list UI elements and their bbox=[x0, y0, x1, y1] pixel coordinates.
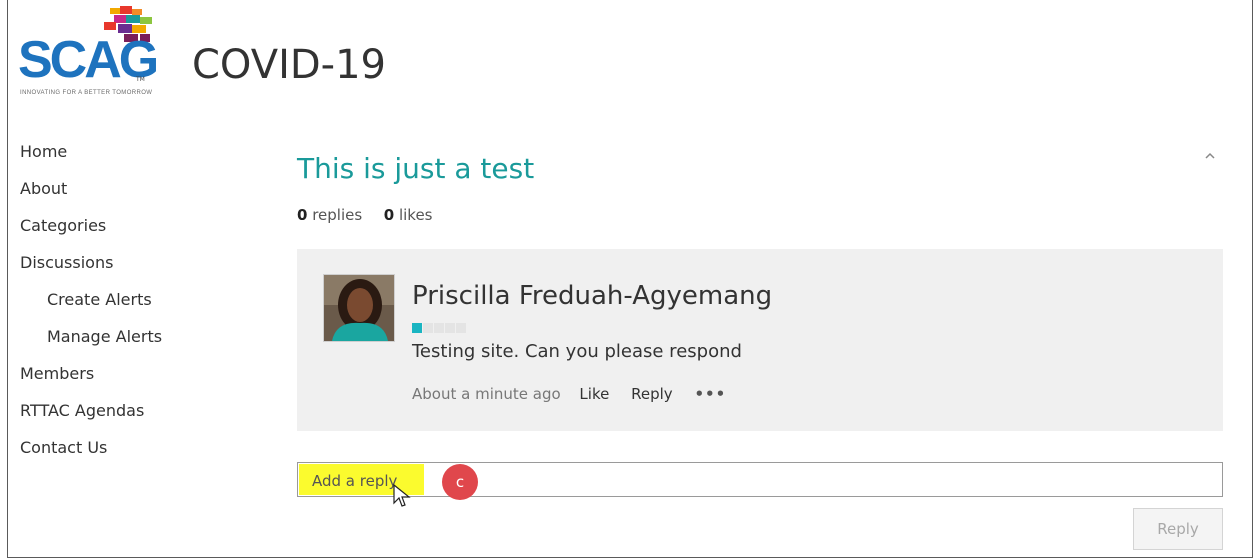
replies-count: 0 bbox=[297, 206, 308, 224]
reply-submit-button[interactable]: Reply bbox=[1133, 508, 1223, 550]
mouse-pointer-icon bbox=[393, 483, 411, 514]
step-marker-badge: c bbox=[442, 464, 478, 500]
add-reply-input[interactable]: Add a reply bbox=[297, 462, 1223, 497]
replies-label: replies bbox=[312, 206, 363, 224]
more-options-icon[interactable]: ••• bbox=[694, 385, 726, 403]
level-square bbox=[434, 323, 444, 333]
chevron-up-icon[interactable] bbox=[1204, 148, 1216, 162]
nav-item-members[interactable]: Members bbox=[20, 364, 162, 401]
nav-item-rttac-agendas[interactable]: RTTAC Agendas bbox=[20, 401, 162, 438]
logo-tagline: INNOVATING FOR A BETTER TOMORROW bbox=[20, 90, 153, 96]
like-button[interactable]: Like bbox=[579, 385, 609, 403]
quick-launch-nav: Home About Categories Discussions Create… bbox=[20, 142, 162, 475]
nav-item-contact-us[interactable]: Contact Us bbox=[20, 438, 162, 475]
reply-placeholder: Add a reply bbox=[312, 472, 398, 490]
author-name[interactable]: Priscilla Freduah-Agyemang bbox=[412, 281, 772, 311]
likes-count: 0 bbox=[383, 206, 395, 224]
post-stats: 0 replies 0 likes bbox=[297, 206, 433, 224]
reply-card: Priscilla Freduah-Agyemang Testing site.… bbox=[297, 249, 1223, 431]
nav-item-create-alerts[interactable]: Create Alerts bbox=[20, 290, 162, 327]
site-title: COVID-19 bbox=[192, 42, 387, 88]
comment-message: Testing site. Can you please respond bbox=[412, 341, 742, 362]
nav-item-home[interactable]: Home bbox=[20, 142, 162, 179]
member-level-indicator bbox=[412, 318, 467, 337]
post-title: This is just a test bbox=[297, 152, 535, 185]
nav-item-manage-alerts[interactable]: Manage Alerts bbox=[20, 327, 162, 364]
nav-item-discussions[interactable]: Discussions bbox=[20, 253, 162, 290]
level-square bbox=[456, 323, 466, 333]
level-square bbox=[445, 323, 455, 333]
logo-trademark: TM bbox=[136, 76, 145, 83]
nav-item-categories[interactable]: Categories bbox=[20, 216, 162, 253]
comment-timestamp[interactable]: About a minute ago bbox=[412, 385, 561, 403]
avatar[interactable] bbox=[323, 274, 395, 342]
likes-label: likes bbox=[398, 206, 433, 224]
level-square bbox=[423, 323, 433, 333]
comment-actions: About a minute ago Like Reply ••• bbox=[412, 385, 726, 403]
nav-item-about[interactable]: About bbox=[20, 179, 162, 216]
level-square bbox=[412, 323, 422, 333]
reply-link[interactable]: Reply bbox=[631, 385, 673, 403]
scag-logo[interactable]: SCAG TM INNOVATING FOR A BETTER TOMORROW bbox=[18, 6, 159, 98]
